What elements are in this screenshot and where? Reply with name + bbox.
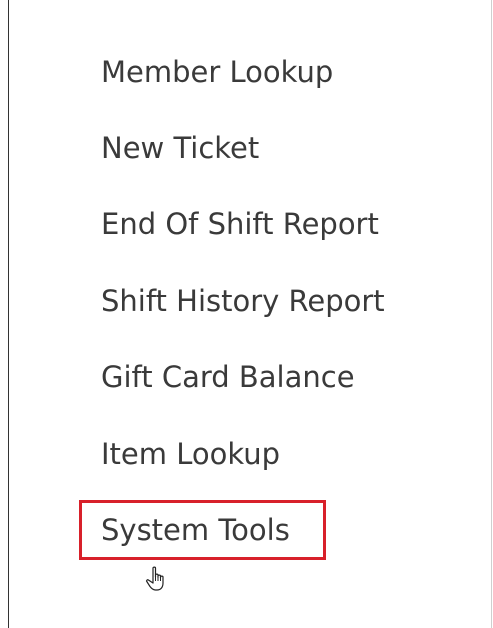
hand-pointer-icon: [146, 566, 164, 591]
menu-item-item-lookup[interactable]: Item Lookup: [101, 436, 280, 472]
menu-item-gift-card-balance[interactable]: Gift Card Balance: [101, 359, 355, 395]
menu-item-new-ticket[interactable]: New Ticket: [101, 130, 259, 166]
menu-item-shift-history-report[interactable]: Shift History Report: [101, 283, 385, 319]
menu-panel: Member Lookup New Ticket End Of Shift Re…: [8, 0, 492, 628]
system-tools-highlight-box: [79, 500, 326, 560]
menu-item-end-of-shift-report[interactable]: End Of Shift Report: [101, 206, 379, 242]
menu-item-member-lookup[interactable]: Member Lookup: [101, 54, 333, 90]
